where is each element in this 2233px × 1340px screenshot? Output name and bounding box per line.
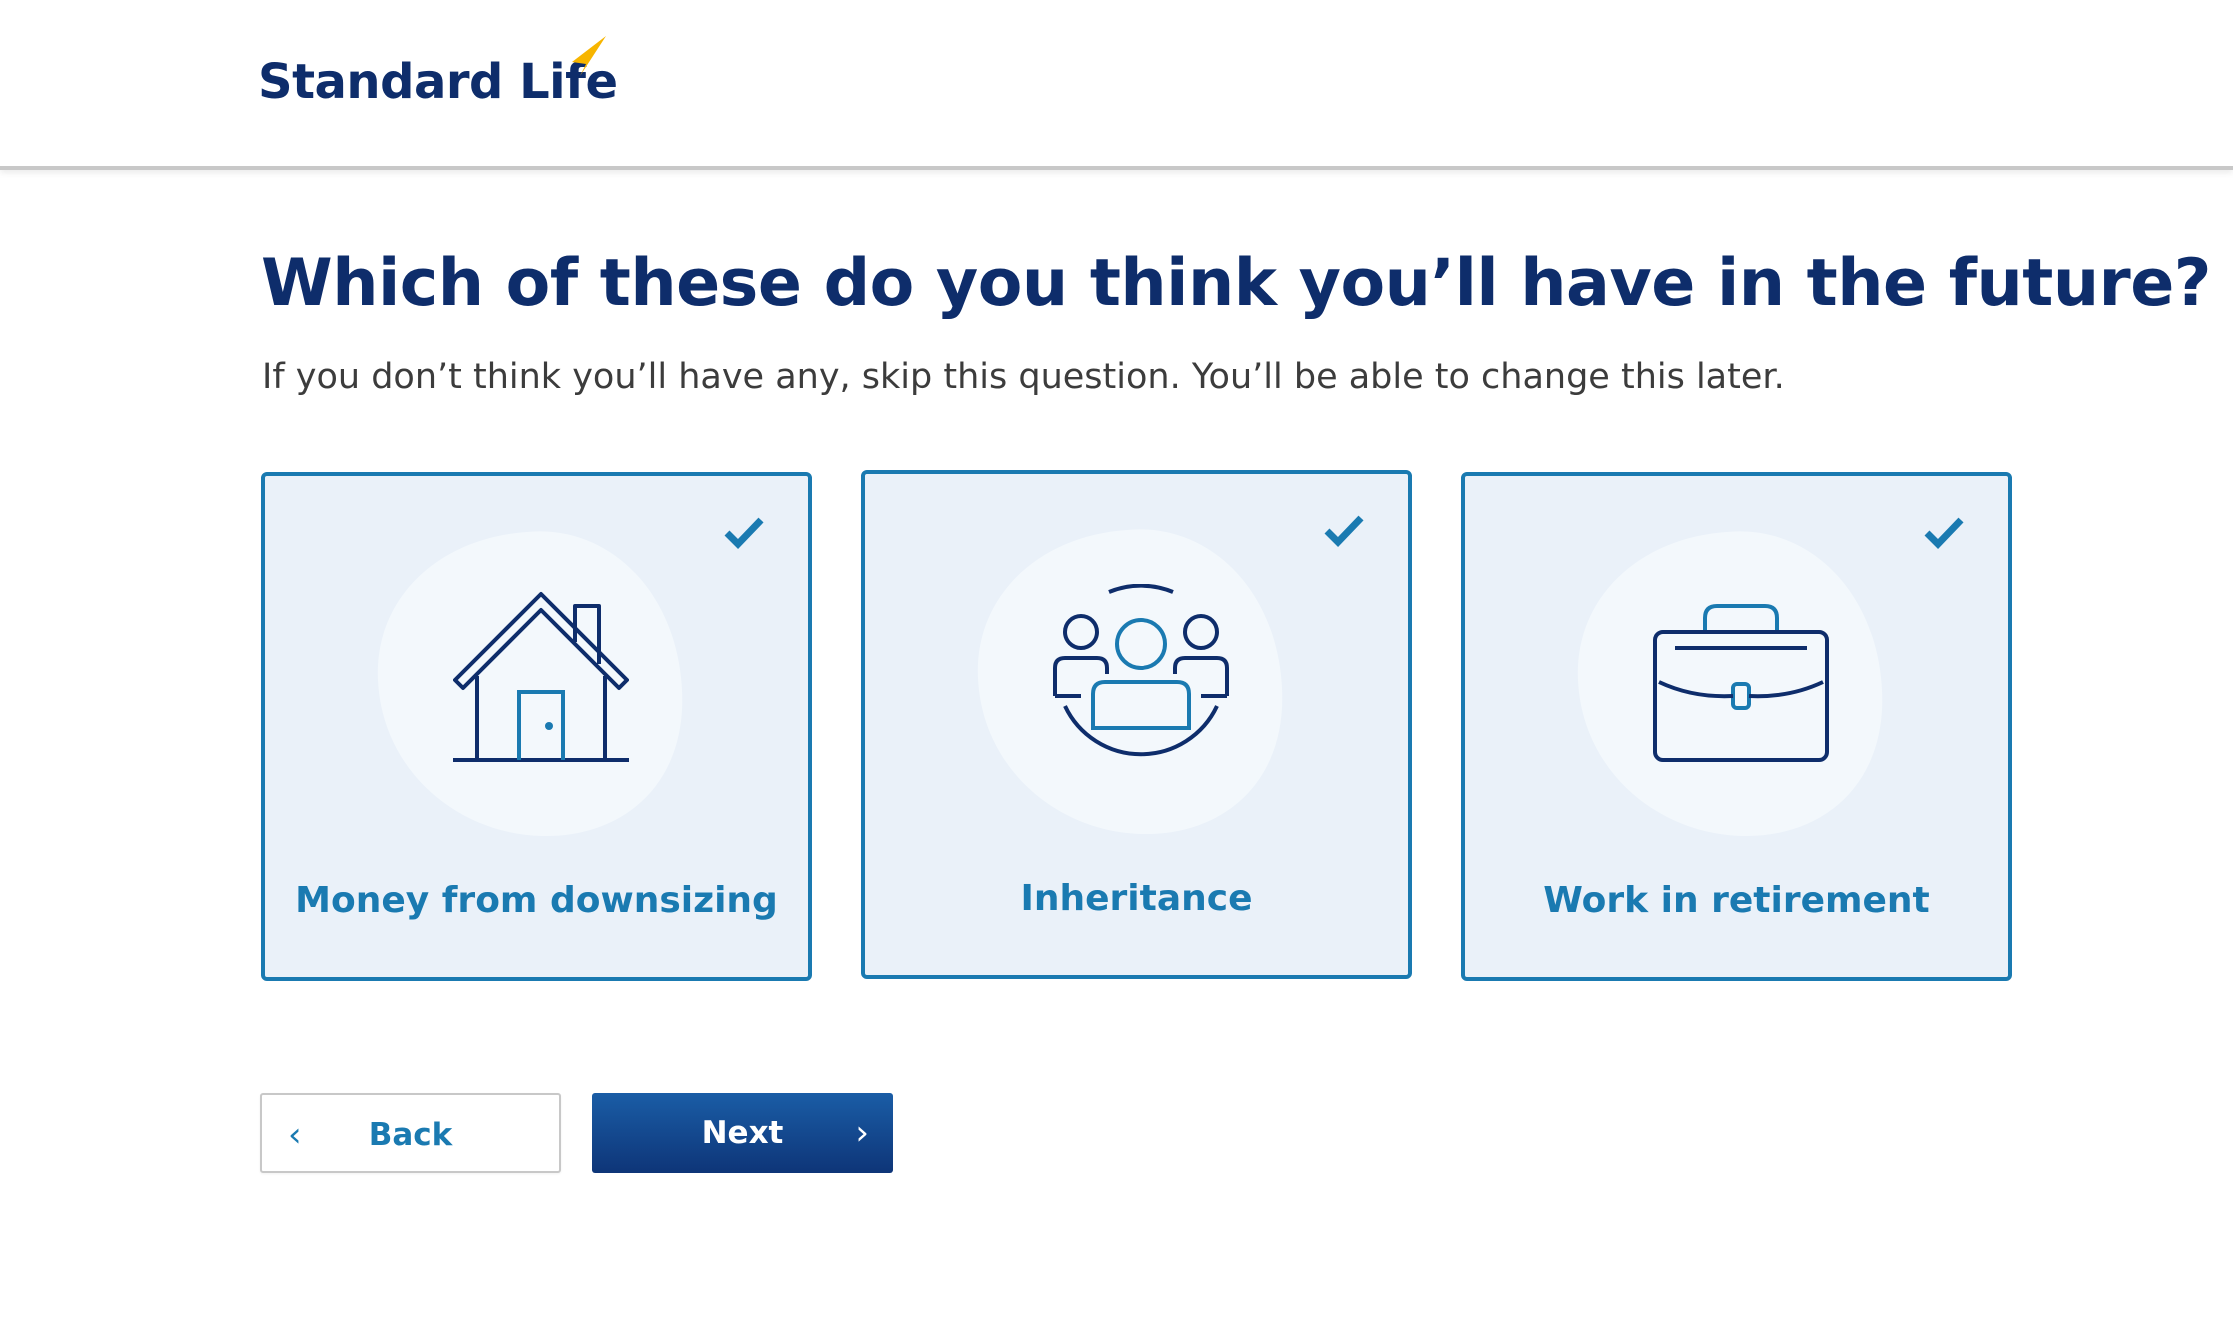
people-group-icon [1053, 584, 1229, 757]
option-label: Inheritance [1020, 878, 1253, 919]
back-button-label: Back [368, 1117, 453, 1153]
option-card-work-in-retirement[interactable]: Work in retirement [1461, 472, 2012, 981]
checkmark-icon [1324, 515, 1364, 548]
option-card-money-from-downsizing[interactable]: Money from downsizing [261, 472, 812, 981]
page-subtitle: If you don’t think you’ll have any, skip… [262, 357, 1785, 397]
page-title: Which of these do you think you’ll have … [261, 246, 2211, 321]
option-label: Money from downsizing [295, 880, 778, 921]
next-button-label: Next [701, 1115, 784, 1151]
house-icon [453, 592, 629, 762]
checkmark-icon [1924, 517, 1964, 550]
briefcase-icon [1653, 604, 1829, 762]
chevron-right-icon: › [855, 1113, 869, 1153]
logo-accent-icon [572, 36, 606, 76]
site-header: Standard Life [0, 0, 2233, 170]
option-label: Work in retirement [1543, 880, 1930, 921]
option-card-inheritance[interactable]: Inheritance [861, 470, 1412, 979]
back-button[interactable]: ‹ Back [260, 1093, 561, 1173]
checkmark-icon [724, 517, 764, 550]
next-button[interactable]: Next › [592, 1093, 893, 1173]
standard-life-logo[interactable]: Standard Life [258, 58, 618, 106]
